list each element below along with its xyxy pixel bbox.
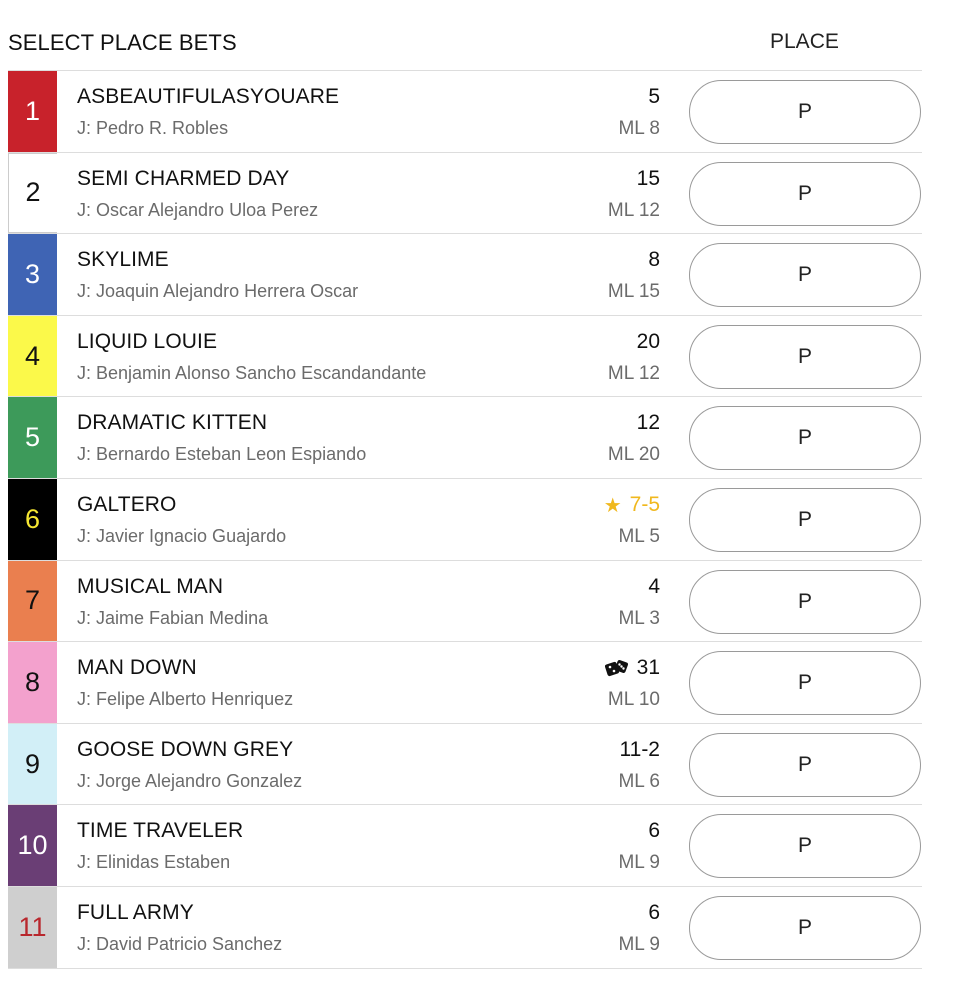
runner-row: 5 DRAMATIC KITTEN J: Bernardo Esteban Leon…: [8, 397, 922, 479]
odds-value: 31: [636, 656, 660, 680]
saddle-cloth-number: 9: [8, 723, 57, 805]
horse-name: MUSICAL MAN: [77, 574, 224, 598]
morning-line-odds: ML 20: [607, 444, 660, 466]
odds-value: 15: [636, 166, 660, 190]
jockey-name: J: Jorge Alejandro Gonzalez: [77, 770, 303, 791]
morning-line-odds: ML 3: [618, 607, 660, 629]
jockey-name: J: Joaquin Alejandro Herrera Oscar: [77, 281, 359, 302]
place-bet-button[interactable]: P: [689, 895, 921, 960]
jockey-name: J: Bernardo Esteban Leon Espiando: [77, 444, 367, 465]
morning-line-odds: ML 10: [607, 689, 660, 711]
morning-line-odds: ML 5: [618, 525, 660, 547]
morning-line-odds: ML 15: [607, 281, 660, 303]
saddle-cloth-number: 6: [8, 478, 57, 560]
jockey-name: J: Jaime Fabian Medina: [77, 607, 269, 628]
horse-name: MAN DOWN: [77, 656, 197, 680]
saddle-cloth-number: 1: [8, 71, 57, 152]
place-bet-button[interactable]: P: [689, 161, 921, 226]
jockey-name: J: Elinidas Estaben: [77, 852, 231, 873]
saddle-cloth-number: 11: [8, 886, 57, 968]
runner-row: 2 SEMI CHARMED DAY J: Oscar Alejandro Uloa…: [8, 152, 922, 235]
current-odds: 8: [648, 248, 660, 272]
jockey-name: J: Javier Ignacio Guajardo: [77, 525, 287, 546]
current-odds: 15: [637, 167, 660, 191]
runner-row: 9 GOOSE DOWN GREY J: Jorge Alejandro Gonza…: [8, 723, 922, 806]
horse-name: SEMI CHARMED DAY: [77, 166, 290, 190]
saddle-cloth-number: 3: [8, 234, 57, 315]
current-odds: 31: [604, 656, 660, 680]
place-bet-button[interactable]: P: [689, 406, 921, 471]
odds-value: 7-5: [629, 493, 660, 517]
place-bet-button[interactable]: P: [689, 324, 921, 389]
place-bet-button[interactable]: P: [689, 732, 921, 797]
page-header: SELECT PLACE BETS PLACE: [0, 0, 954, 70]
current-odds: 6: [648, 901, 660, 925]
place-column-label: PLACE: [770, 30, 839, 53]
place-bet-button[interactable]: P: [689, 814, 921, 879]
dice-icon: [604, 658, 629, 678]
horse-name: LIQUID LOUIE: [77, 329, 218, 353]
jockey-name: J: Felipe Alberto Henriquez: [77, 689, 294, 710]
runner-row: 8 MAN DOWN J: Felipe Alberto Henriquez 31 ML…: [8, 642, 922, 724]
place-bet-button[interactable]: P: [689, 487, 921, 552]
odds-value: 4: [648, 574, 660, 598]
morning-line-odds: ML 9: [618, 933, 660, 955]
current-odds: 4: [648, 575, 660, 599]
runner-row: 6 GALTERO J: Javier Ignacio Guajardo ★ 7-5 ML…: [8, 478, 922, 561]
runner-row: 7 MUSICAL MAN J: Jaime Fabian Medina 4 ML 3 P: [8, 560, 922, 643]
place-bet-button[interactable]: P: [689, 651, 921, 716]
runner-row: 10 TIME TRAVELER J: Elinidas Estaben 6 ML 9 P: [8, 805, 922, 887]
horse-name: SKYLIME: [77, 248, 169, 272]
saddle-cloth-number: 2: [8, 152, 57, 234]
current-odds: 20: [637, 330, 660, 354]
saddle-cloth-number: 4: [8, 315, 57, 397]
morning-line-odds: ML 12: [607, 362, 660, 384]
runner-list: 1 ASBEAUTIFULASYOUARE J: Pedro R. Robles 5 M…: [8, 70, 922, 969]
jockey-name: J: Benjamin Alonso Sancho Escandandante: [77, 362, 427, 383]
jockey-name: J: Pedro R. Robles: [77, 118, 229, 138]
current-odds: ★ 7-5: [604, 493, 660, 518]
current-odds: 6: [648, 819, 660, 843]
place-bet-button[interactable]: P: [689, 569, 921, 634]
morning-line-odds: ML 9: [618, 852, 660, 874]
jockey-name: J: Oscar Alejandro Uloa Perez: [77, 199, 319, 220]
odds-value: 5: [648, 85, 660, 108]
odds-value: 12: [636, 411, 660, 435]
morning-line-odds: ML 8: [618, 118, 660, 139]
horse-name: GOOSE DOWN GREY: [77, 737, 294, 761]
star-icon: ★: [603, 494, 622, 517]
horse-name: GALTERO: [77, 492, 177, 516]
saddle-cloth-number: 5: [8, 397, 57, 478]
odds-value: 20: [636, 329, 660, 353]
current-odds: 5: [648, 85, 660, 109]
runner-row: 4 LIQUID LOUIE J: Benjamin Alonso Sancho E…: [8, 315, 922, 398]
jockey-name: J: David Patricio Sanchez: [77, 933, 283, 954]
odds-value: 11-2: [619, 737, 660, 761]
odds-value: 6: [648, 819, 660, 843]
odds-value: 8: [648, 248, 660, 272]
horse-name: FULL ARMY: [77, 900, 194, 924]
current-odds: 12: [637, 411, 660, 435]
horse-name: ASBEAUTIFULASYOUARE: [77, 85, 340, 108]
morning-line-odds: ML 6: [618, 770, 660, 792]
current-odds: 11-2: [620, 738, 660, 762]
place-bet-button[interactable]: P: [689, 243, 921, 308]
runner-row: 11 FULL ARMY J: David Patricio Sanchez 6 ML …: [8, 886, 922, 969]
horse-name: DRAMATIC KITTEN: [77, 411, 268, 435]
page-title: SELECT PLACE BETS: [8, 30, 237, 55]
saddle-cloth-number: 8: [8, 642, 57, 723]
saddle-cloth-number: 7: [8, 560, 57, 642]
runner-row: 3 SKYLIME J: Joaquin Alejandro Herrera Osc…: [8, 234, 922, 316]
saddle-cloth-number: 10: [8, 805, 57, 886]
odds-value: 6: [648, 900, 660, 924]
place-bet-button[interactable]: P: [689, 80, 921, 144]
runner-row: 1 ASBEAUTIFULASYOUARE J: Pedro R. Robles 5 M…: [8, 71, 922, 153]
horse-name: TIME TRAVELER: [77, 819, 244, 843]
morning-line-odds: ML 12: [607, 199, 660, 221]
